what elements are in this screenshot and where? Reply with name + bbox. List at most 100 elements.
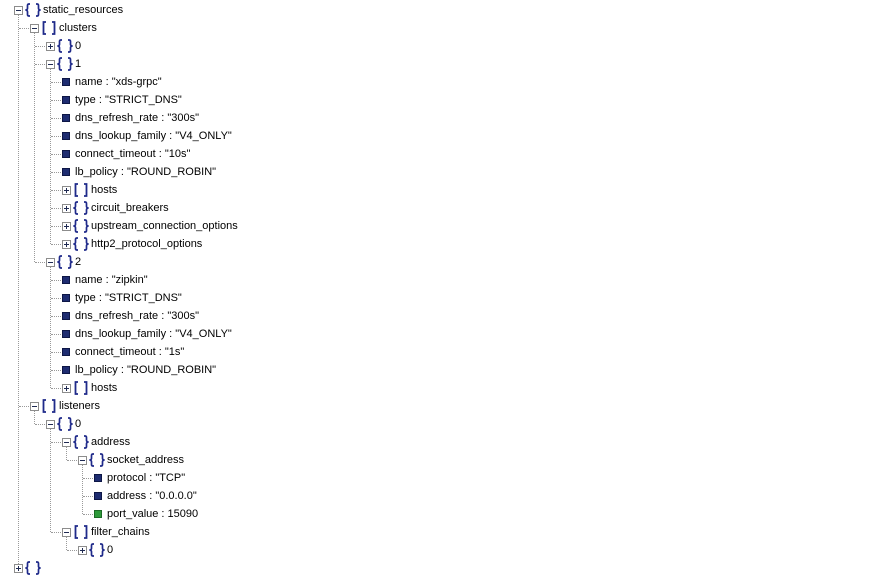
expand-plus-icon[interactable] — [78, 546, 87, 555]
leaf-value: "ROUND_ROBIN" — [126, 166, 217, 178]
tree-node-0[interactable]: 0 — [0, 541, 860, 559]
tree-node-label[interactable]: 0 — [75, 37, 81, 55]
tree-node-label[interactable]: 1 — [75, 55, 81, 73]
tree-node-socket-address[interactable]: socket_address — [0, 451, 860, 469]
tree-node-label[interactable]: listeners — [59, 397, 100, 415]
tree-node-clusters[interactable]: clusters — [0, 19, 860, 37]
curly-braces-icon — [73, 237, 89, 251]
string-value-icon — [62, 168, 70, 176]
leaf-value: "300s" — [167, 112, 200, 124]
string-value-icon — [62, 132, 70, 140]
collapse-minus-icon[interactable] — [46, 420, 55, 429]
collapse-minus-icon[interactable] — [14, 6, 23, 15]
tree-node-label[interactable]: filter_chains — [91, 523, 150, 541]
square-brackets-icon — [73, 525, 89, 539]
leaf-value: "0.0.0.0" — [155, 490, 197, 502]
tree-node-upstream-connection-options[interactable]: upstream_connection_options — [0, 217, 860, 235]
leaf-key: lb_policy — [75, 364, 118, 376]
curly-braces-icon — [73, 201, 89, 215]
tree-node-hosts[interactable]: hosts — [0, 181, 860, 199]
expand-plus-icon[interactable] — [62, 204, 71, 213]
tree-leaf-text: connect_timeout : "1s" — [75, 346, 185, 358]
tree-node-filter-chains[interactable]: filter_chains — [0, 523, 860, 541]
collapse-minus-icon[interactable] — [46, 258, 55, 267]
tree-leaf-type: type : "STRICT_DNS" — [0, 289, 860, 307]
tree-node-static-resources[interactable]: static_resources — [0, 1, 860, 19]
tree-leaf-text: type : "STRICT_DNS" — [75, 94, 182, 106]
leaf-value: "STRICT_DNS" — [104, 292, 182, 304]
curly-braces-icon — [57, 39, 73, 53]
expand-plus-icon[interactable] — [62, 222, 71, 231]
tree-node-http2-protocol-options[interactable]: http2_protocol_options — [0, 235, 860, 253]
tree-node-label[interactable]: upstream_connection_options — [91, 217, 238, 235]
tree-node-listeners[interactable]: listeners — [0, 397, 860, 415]
square-brackets-icon — [41, 21, 57, 35]
collapse-minus-icon[interactable] — [30, 24, 39, 33]
collapse-minus-icon[interactable] — [78, 456, 87, 465]
leaf-key: connect_timeout — [75, 148, 156, 160]
tree-node-hosts[interactable]: hosts — [0, 379, 860, 397]
tree-node-label[interactable]: socket_address — [107, 451, 184, 469]
leaf-key: type — [75, 94, 96, 106]
string-value-icon — [62, 348, 70, 356]
curly-braces-icon — [89, 543, 105, 557]
collapse-minus-icon[interactable] — [62, 438, 71, 447]
collapse-minus-icon[interactable] — [30, 402, 39, 411]
tree-node-label[interactable]: hosts — [91, 379, 117, 397]
leaf-value: "zipkin" — [111, 274, 148, 286]
leaf-key: address — [107, 490, 147, 502]
tree-leaf-text: dns_refresh_rate : "300s" — [75, 310, 200, 322]
tree-leaf-name: name : "zipkin" — [0, 271, 860, 289]
square-brackets-icon — [73, 381, 89, 395]
tree-leaf-dns-refresh-rate: dns_refresh_rate : "300s" — [0, 109, 860, 127]
square-brackets-icon — [41, 399, 57, 413]
expand-plus-icon[interactable] — [62, 384, 71, 393]
tree-node-label[interactable]: hosts — [91, 181, 117, 199]
tree-node-label[interactable]: 2 — [75, 253, 81, 271]
leaf-value: "STRICT_DNS" — [104, 94, 182, 106]
string-value-icon — [62, 114, 70, 122]
curly-braces-icon — [73, 219, 89, 233]
curly-braces-icon — [57, 255, 73, 269]
collapse-minus-icon[interactable] — [46, 60, 55, 69]
curly-braces-icon — [25, 561, 41, 575]
string-value-icon — [62, 150, 70, 158]
tree-node-0[interactable]: 0 — [0, 415, 860, 433]
tree-node-label[interactable]: 0 — [75, 415, 81, 433]
tree-leaf-text: dns_lookup_family : "V4_ONLY" — [75, 130, 232, 142]
tree-leaf-connect-timeout: connect_timeout : "10s" — [0, 145, 860, 163]
tree-node-label[interactable]: 0 — [107, 541, 113, 559]
tree-node-label[interactable]: address — [91, 433, 130, 451]
tree-node-0[interactable]: 0 — [0, 37, 860, 55]
string-value-icon — [62, 366, 70, 374]
expand-plus-icon[interactable] — [62, 240, 71, 249]
tree-node-2[interactable]: 2 — [0, 253, 860, 271]
string-value-icon — [62, 78, 70, 86]
tree-leaf-dns-lookup-family: dns_lookup_family : "V4_ONLY" — [0, 127, 860, 145]
expand-plus-icon[interactable] — [46, 42, 55, 51]
string-value-icon — [62, 96, 70, 104]
tree-node-label[interactable]: http2_protocol_options — [91, 235, 202, 253]
leaf-value: "V4_ONLY" — [175, 130, 232, 142]
tree-node-label[interactable]: static_resources — [43, 1, 123, 19]
tree-node-address[interactable]: address — [0, 433, 860, 451]
leaf-key: port_value — [107, 508, 159, 520]
tree-node-circuit-breakers[interactable]: circuit_breakers — [0, 199, 860, 217]
tree-node-item[interactable] — [0, 559, 860, 577]
leaf-key: name — [75, 76, 103, 88]
curly-braces-icon — [57, 57, 73, 71]
leaf-value: "10s" — [164, 148, 191, 160]
collapse-minus-icon[interactable] — [62, 528, 71, 537]
tree-leaf-type: type : "STRICT_DNS" — [0, 91, 860, 109]
square-brackets-icon — [73, 183, 89, 197]
tree-leaf-lb-policy: lb_policy : "ROUND_ROBIN" — [0, 361, 860, 379]
tree-node-label[interactable]: clusters — [59, 19, 97, 37]
tree-leaf-connect-timeout: connect_timeout : "1s" — [0, 343, 860, 361]
string-value-icon — [62, 330, 70, 338]
tree-node-label[interactable]: circuit_breakers — [91, 199, 169, 217]
leaf-value: "xds-grpc" — [111, 76, 162, 88]
expand-plus-icon[interactable] — [14, 564, 23, 573]
curly-braces-icon — [57, 417, 73, 431]
expand-plus-icon[interactable] — [62, 186, 71, 195]
tree-node-1[interactable]: 1 — [0, 55, 860, 73]
